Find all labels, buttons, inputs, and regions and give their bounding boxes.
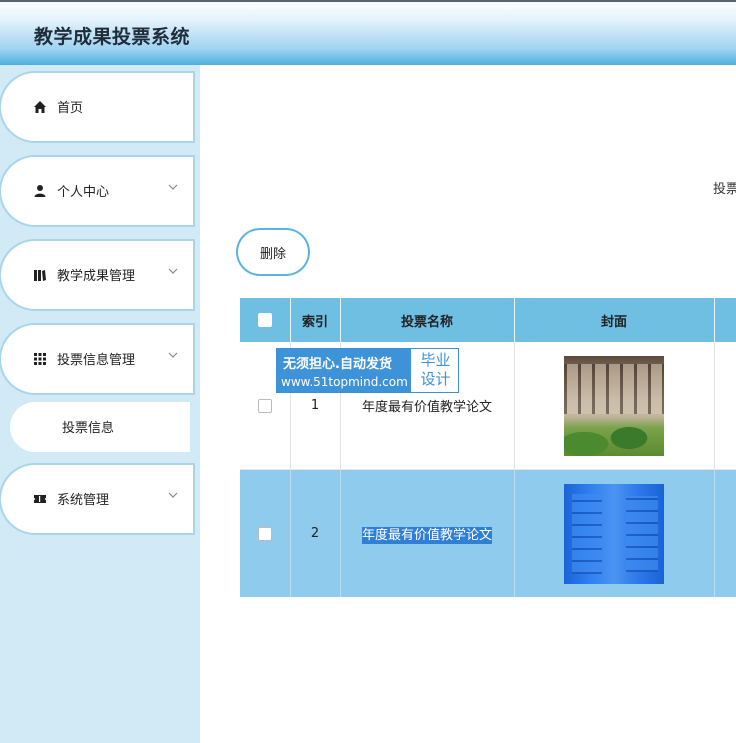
index-cell: 2 [290, 469, 341, 597]
column-header-cover: 封面 [514, 298, 715, 342]
chevron-down-icon [168, 182, 178, 195]
truncated-cell [714, 469, 736, 597]
sidebar-item-personal-center[interactable]: 个人中心 [4, 160, 190, 222]
sidebar-item-system-management[interactable]: 系统管理 [4, 468, 190, 530]
home-icon [33, 100, 47, 114]
cover-cell [514, 469, 715, 597]
delete-button[interactable]: 删除 [240, 232, 306, 272]
search-label-partial: 投票 [713, 182, 736, 197]
sidebar-item-label: 首页 [57, 101, 84, 116]
vote-name: 年度最有价值教学论文 [361, 527, 492, 544]
row-checkbox[interactable] [257, 398, 272, 413]
truncated-cell [714, 342, 736, 470]
table-row[interactable]: 2 年度最有价值教学论文 [240, 469, 736, 597]
column-header-index: 索引 [290, 298, 341, 342]
grid-icon [33, 352, 47, 366]
watermark-right-line1: 毕业 [420, 351, 451, 369]
watermark-badge: 无须担心.自动发货 www.51topmind.com 毕业 设计 [276, 348, 459, 393]
cover-cell [514, 342, 715, 470]
ticket-icon [33, 492, 47, 506]
sidebar-item-label: 个人中心 [57, 185, 110, 200]
watermark-right: 毕业 设计 [413, 349, 458, 392]
top-header: 教学成果投票系统 [0, 0, 736, 65]
chevron-down-icon [168, 490, 178, 503]
sidebar-item-label: 系统管理 [57, 493, 110, 508]
cover-image [564, 483, 664, 584]
app-title: 教学成果投票系统 [34, 26, 191, 48]
chevron-down-icon [168, 350, 178, 363]
chevron-down-icon [168, 266, 178, 279]
column-header-truncated [714, 298, 736, 342]
watermark-right-line2: 设计 [420, 370, 451, 388]
sidebar-item-label: 教学成果管理 [57, 269, 136, 284]
book-icon [33, 268, 47, 282]
table-header-row: 索引 投票名称 封面 [240, 298, 736, 342]
row-checkbox[interactable] [257, 526, 272, 541]
cover-image [564, 355, 664, 456]
watermark-line2: www.51topmind.com [281, 375, 408, 389]
select-all-cell [240, 298, 291, 342]
sidebar-subitem-label: 投票信息 [62, 421, 115, 436]
sidebar-item-achievement-management[interactable]: 教学成果管理 [4, 244, 190, 306]
watermark-line1: 无须担心.自动发货 [283, 357, 392, 372]
select-all-checkbox[interactable] [257, 313, 272, 327]
watermark-left: 无须担心.自动发货 www.51topmind.com [277, 349, 411, 392]
sidebar-item-label: 投票信息管理 [57, 353, 136, 368]
vote-name: 年度最有价值教学论文 [361, 400, 492, 415]
sidebar-subitem-vote-info[interactable]: 投票信息 [10, 402, 190, 452]
column-header-name: 投票名称 [340, 298, 515, 342]
sidebar-item-vote-info-management[interactable]: 投票信息管理 [4, 328, 190, 390]
sidebar-item-home[interactable]: 首页 [4, 76, 190, 138]
name-cell: 年度最有价值教学论文 [340, 469, 515, 597]
vote-table: 索引 投票名称 封面 1 年度最有价值教学论文 2 年度最有价值教学论文 [240, 298, 736, 597]
user-icon [33, 184, 47, 198]
row-checkbox-cell [240, 469, 291, 597]
